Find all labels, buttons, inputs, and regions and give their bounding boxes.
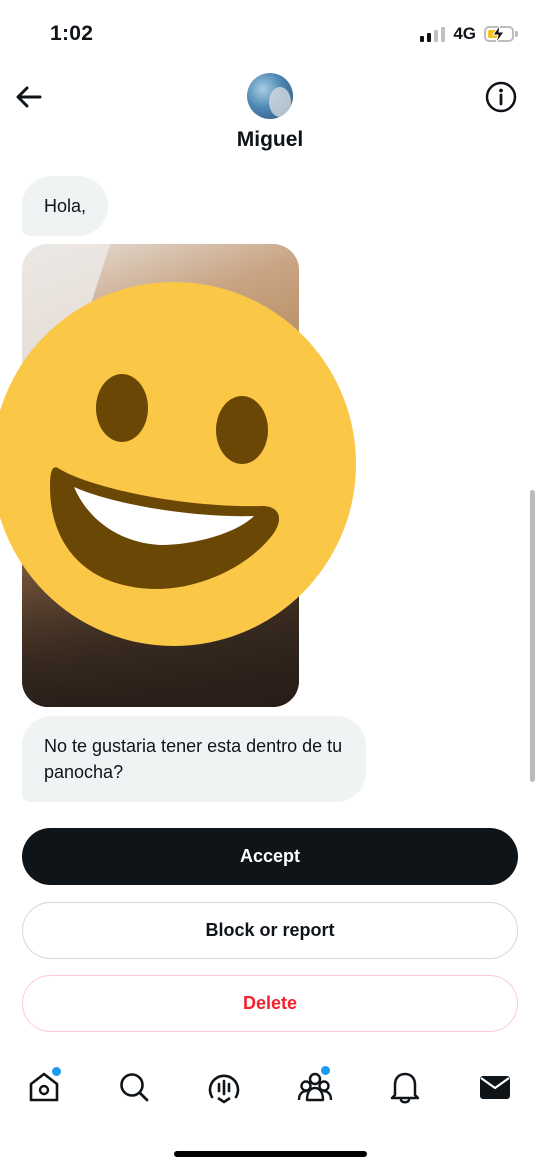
spaces-icon (208, 1074, 240, 1104)
message-text: No te gustaria tener esta dentro de tu p… (44, 736, 343, 782)
back-arrow-icon[interactable] (12, 80, 46, 114)
accept-button[interactable]: Accept (22, 828, 518, 885)
avatar[interactable] (247, 73, 293, 119)
grinning-face-emoji-icon (0, 282, 356, 646)
tab-search[interactable] (114, 1067, 154, 1107)
scrollbar[interactable] (530, 490, 535, 782)
battery-tip (515, 31, 518, 37)
block-or-report-button[interactable]: Block or report (22, 902, 518, 959)
notification-dot (52, 1067, 61, 1076)
status-bar: 1:02 4G (0, 0, 540, 70)
charging-bolt-icon (492, 24, 505, 44)
signal-icon (420, 26, 446, 42)
status-indicators: 4G (420, 24, 518, 44)
tab-home[interactable] (24, 1067, 64, 1107)
tab-communities[interactable] (295, 1066, 335, 1107)
conversation-title[interactable]: Miguel (0, 128, 540, 152)
tab-messages[interactable] (475, 1067, 515, 1107)
status-time: 1:02 (50, 22, 94, 45)
home-indicator[interactable] (174, 1151, 367, 1157)
network-label: 4G (453, 24, 476, 43)
message-bubble: No te gustaria tener esta dentro de tu p… (22, 716, 366, 802)
bell-icon (390, 1072, 420, 1104)
notification-dot (321, 1066, 330, 1075)
mail-icon (480, 1076, 510, 1099)
tab-spaces[interactable] (204, 1067, 244, 1107)
conversation-header: Miguel (0, 70, 540, 170)
message-text: Hola, (44, 196, 87, 216)
message-bubble: Hola, (22, 176, 109, 236)
battery-icon (484, 24, 518, 44)
bottom-tab-bar (0, 1055, 540, 1125)
info-icon[interactable] (484, 80, 518, 114)
delete-button[interactable]: Delete (22, 975, 518, 1032)
search-icon (120, 1073, 149, 1102)
tab-notifications[interactable] (385, 1067, 425, 1107)
